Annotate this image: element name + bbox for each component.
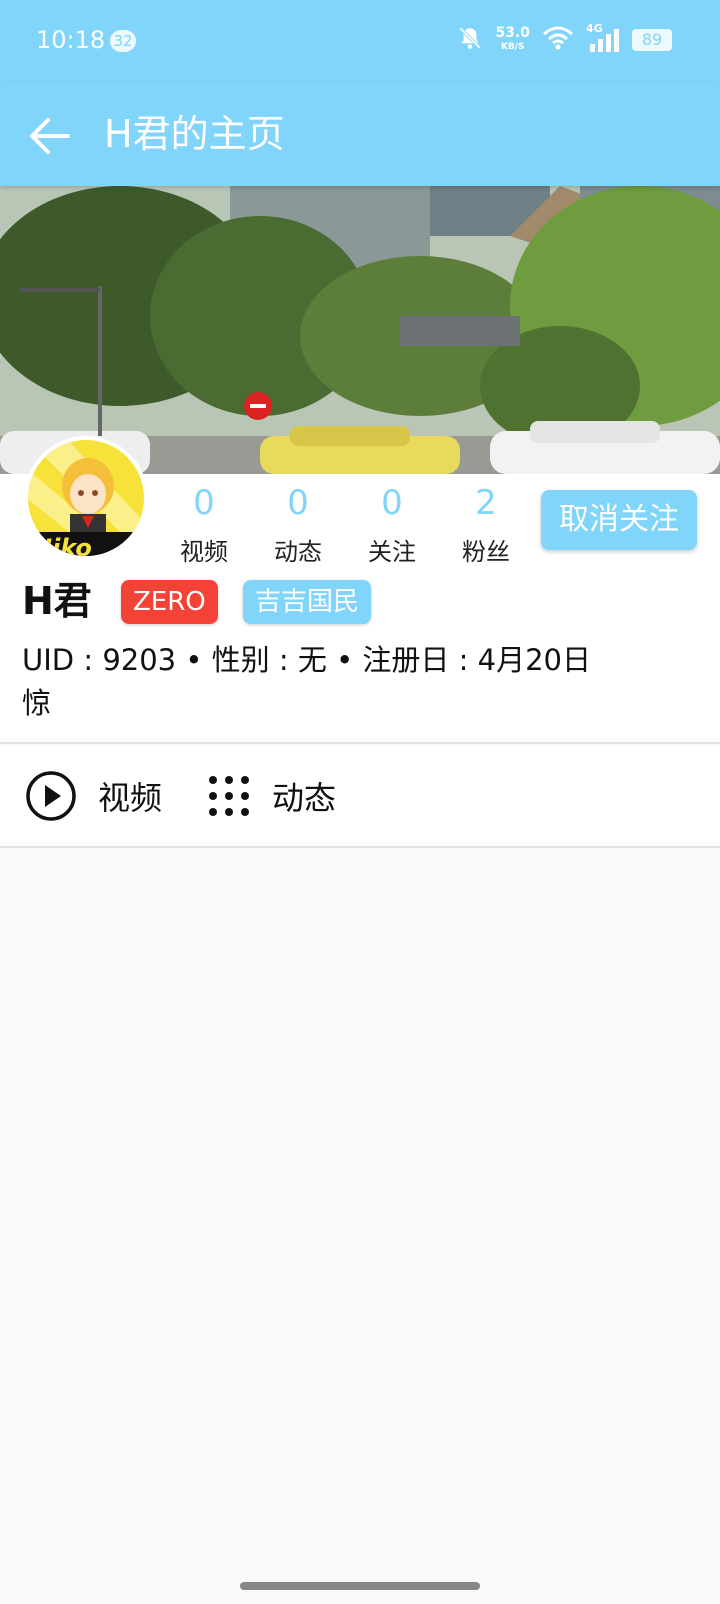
net-speed: 53.0 KB/S [495, 26, 530, 54]
stat-posts[interactable]: 0 动态 [258, 484, 338, 567]
username: H君 [22, 579, 92, 623]
stat-videos[interactable]: 0 视频 [164, 484, 244, 567]
notification-count-badge: 32 [110, 30, 136, 52]
tab-posts-label: 动态 [272, 779, 337, 817]
stat-following-value: 0 [381, 483, 403, 523]
stat-followers-label: 粉丝 [462, 538, 510, 566]
app-bar: H君的主页 [0, 82, 720, 186]
user-info-line: UID : 9203 • 性别 : 无 • 注册日 : 4月20日 [22, 643, 591, 677]
status-icons: 53.0 KB/S 4G 89 [457, 22, 672, 58]
stat-following-label: 关注 [368, 538, 416, 566]
content-list-area [0, 848, 720, 1588]
avatar[interactable]: Niko [24, 436, 148, 560]
status-bar: 10:18 32 53.0 KB/S 4G 89 [0, 0, 720, 82]
net-speed-value: 53.0 [495, 25, 530, 41]
tab-videos-label: 视频 [98, 779, 163, 817]
stat-followers[interactable]: 2 粉丝 [446, 484, 526, 567]
back-button[interactable] [24, 110, 76, 162]
battery-icon: 89 [632, 29, 672, 51]
signal-icon: 4G [586, 22, 620, 54]
arrow-left-icon [30, 118, 70, 154]
divider-top [0, 742, 720, 744]
status-time: 10:18 [36, 26, 106, 54]
stat-followers-value: 2 [475, 483, 497, 523]
content-tab-bar: 视频 动态 [0, 746, 720, 846]
play-circle-icon [26, 771, 76, 821]
unfollow-button[interactable]: 取消关注 [541, 490, 697, 550]
tag-zero-badge: ZERO [121, 580, 218, 624]
tag-citizen-badge: 吉吉国民 [243, 580, 372, 624]
user-bio: 惊 [22, 686, 52, 720]
page-title: H君的主页 [104, 112, 285, 156]
stat-posts-label: 动态 [274, 538, 322, 566]
tab-posts[interactable]: 动态 [206, 746, 336, 846]
net-speed-unit: KB/S [500, 42, 525, 52]
wifi-icon [542, 25, 574, 55]
bell-muted-icon [457, 25, 483, 55]
tab-videos[interactable]: 视频 [24, 746, 162, 846]
stat-following[interactable]: 0 关注 [352, 484, 432, 567]
home-indicator[interactable] [240, 1582, 480, 1590]
profile-banner-image [0, 186, 720, 474]
stat-posts-value: 0 [287, 483, 309, 523]
stat-videos-label: 视频 [180, 538, 228, 566]
dots-grid-icon [209, 776, 249, 816]
stat-videos-value: 0 [193, 483, 215, 523]
